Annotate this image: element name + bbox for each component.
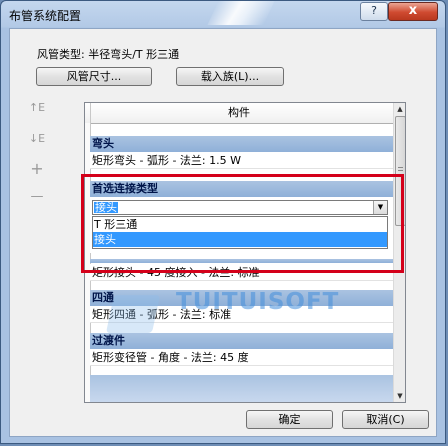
move-row-down-icon[interactable]: ↓E bbox=[27, 132, 47, 152]
dialog-client-area: 风管类型: 半径弯头/T 形三通 风管尺寸... 载入族(L)... ↑E ↓E… bbox=[9, 28, 437, 437]
grip-icon bbox=[398, 167, 403, 176]
connection-dropdown-area: 接头 ▼ T 形三通 接头 bbox=[90, 197, 393, 253]
table-row[interactable]: 矩形接头 - 45 度接入 - 法兰: 标准 bbox=[90, 264, 393, 281]
group-row-transition[interactable]: 过渡件 bbox=[90, 333, 393, 349]
dropdown-option-tap[interactable]: 接头 bbox=[93, 232, 387, 247]
chevron-down-icon[interactable]: ▼ bbox=[373, 201, 387, 214]
table-row[interactable]: 矩形变径管 - 角度 - 法兰: 45 度 bbox=[90, 349, 393, 366]
table-vertical-scrollbar[interactable]: ▲ ▼ bbox=[393, 103, 405, 402]
scroll-up-arrow-icon[interactable]: ▲ bbox=[394, 103, 405, 115]
dialog-window: 布管系统配置 ? x 风管类型: 半径弯头/T 形三通 风管尺寸... 载入族(… bbox=[0, 0, 446, 444]
dropdown-option-tee[interactable]: T 形三通 bbox=[93, 217, 387, 232]
scroll-thumb[interactable] bbox=[395, 116, 405, 226]
table-row[interactable]: 矩形弯头 - 弧形 - 法兰: 1.5 W bbox=[90, 152, 393, 169]
group-row-preferred-connection[interactable]: 首选连接类型 bbox=[90, 181, 393, 197]
remove-row-icon[interactable]: — bbox=[27, 189, 47, 209]
connection-dropdown-list[interactable]: T 形三通 接头 bbox=[92, 216, 388, 249]
help-button[interactable]: ? bbox=[360, 2, 388, 21]
component-table[interactable]: 构件 弯头 矩形弯头 - 弧形 - 法兰: 1.5 W 首选连接类型 接头 ▼ … bbox=[84, 102, 406, 403]
pipe-type-label: 风管类型: 半径弯头/T 形三通 bbox=[37, 48, 180, 61]
cancel-button[interactable]: 取消(C) bbox=[342, 410, 429, 429]
close-button[interactable]: x bbox=[388, 2, 438, 21]
ok-button[interactable]: 确定 bbox=[246, 410, 333, 429]
duct-size-button[interactable]: 风管尺寸... bbox=[36, 67, 152, 86]
group-row-hidden bbox=[90, 259, 393, 263]
group-row-elbow[interactable]: 弯头 bbox=[90, 136, 393, 152]
title-bar[interactable]: 布管系统配置 ? x bbox=[1, 1, 445, 27]
combo-selected-value: 接头 bbox=[94, 201, 118, 214]
row-header-corner bbox=[85, 103, 91, 123]
column-header-label: 构件 bbox=[228, 106, 250, 119]
watermark-logo bbox=[105, 295, 161, 333]
window-title: 布管系统配置 bbox=[9, 9, 82, 23]
scroll-down-arrow-icon[interactable]: ▼ bbox=[394, 390, 405, 402]
connection-type-combo[interactable]: 接头 ▼ bbox=[92, 200, 388, 215]
load-family-button[interactable]: 载入族(L)... bbox=[176, 67, 284, 86]
group-row-partial bbox=[90, 375, 393, 402]
watermark-text: TUITUISOFT bbox=[176, 289, 340, 315]
column-header-component[interactable]: 构件 bbox=[85, 103, 393, 124]
move-row-up-icon[interactable]: ↑E bbox=[27, 101, 47, 121]
add-row-icon[interactable]: + bbox=[27, 159, 47, 179]
title-glare bbox=[207, 1, 275, 25]
